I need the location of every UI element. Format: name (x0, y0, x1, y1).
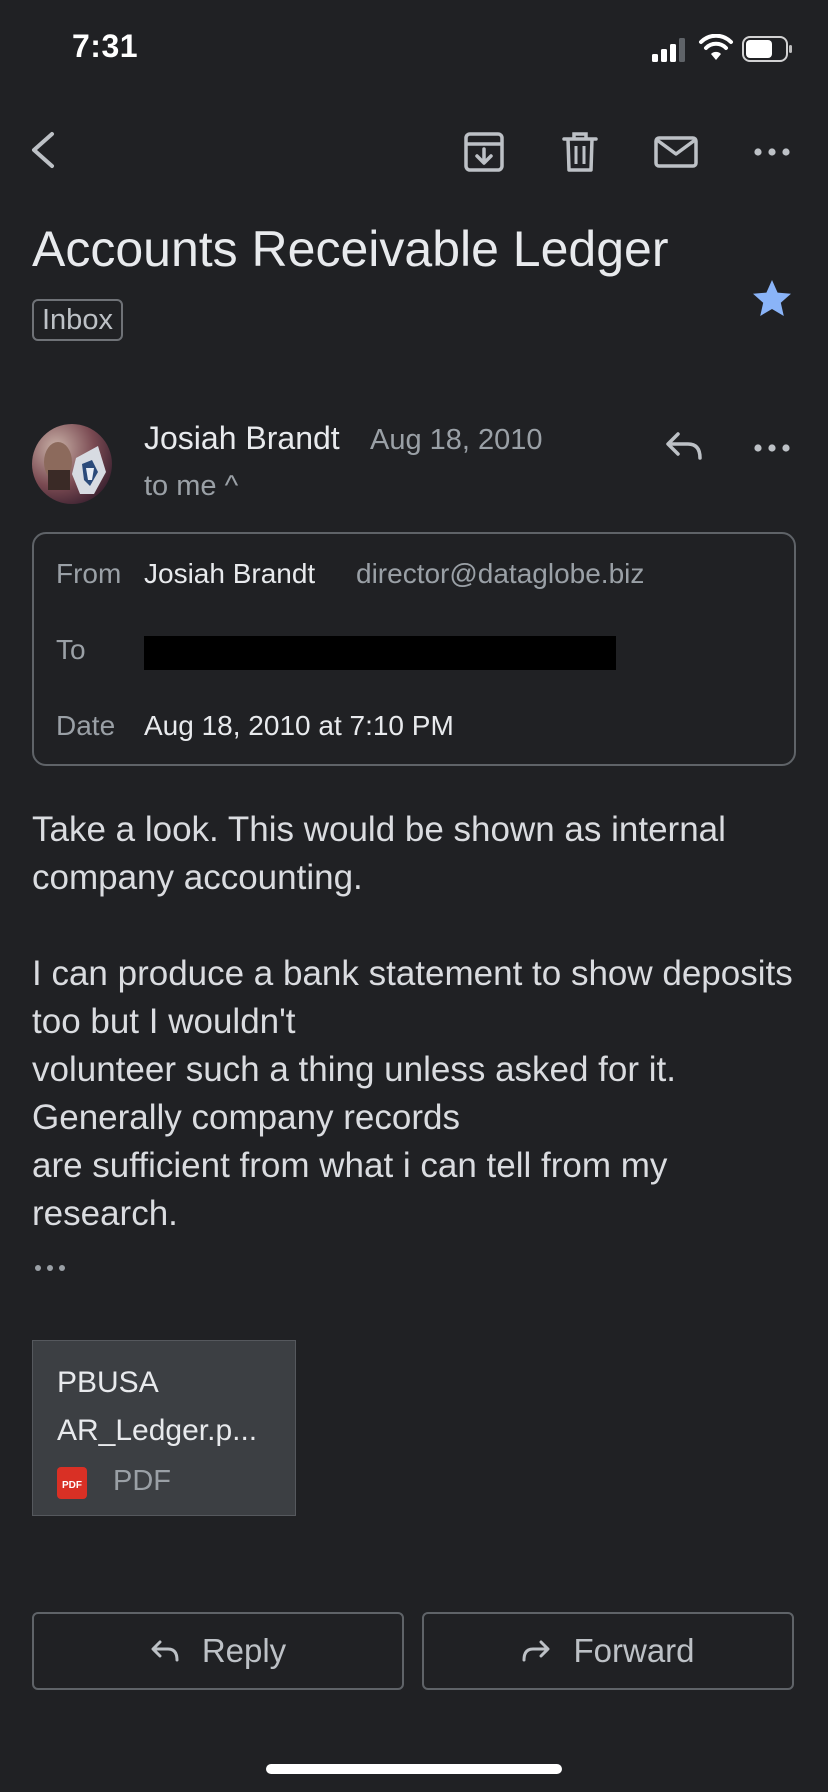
battery-icon (742, 36, 792, 62)
email-subject: Accounts Receivable Ledger (32, 221, 669, 277)
pdf-badge-text: PDF (62, 1480, 82, 1491)
forward-arrow-icon (522, 1640, 550, 1662)
status-time: 7:31 (72, 28, 139, 64)
attachment-card[interactable]: PBUSA AR_Ledger.p... PDF PDF (32, 1340, 296, 1516)
forward-label: Forward (573, 1632, 695, 1669)
attachment-type: PDF (113, 1465, 171, 1497)
sender-name[interactable]: Josiah Brandt (144, 420, 340, 457)
wifi-icon (699, 34, 733, 60)
attachment-filename: PBUSA AR_Ledger.p... (57, 1359, 287, 1455)
recipient-toggle[interactable]: to me ^ (144, 470, 238, 503)
to-label: To (56, 634, 86, 665)
mark-unread-mail-icon[interactable] (652, 128, 700, 176)
date-value: Aug 18, 2010 at 7:10 PM (144, 710, 454, 741)
message-more-icon[interactable] (752, 430, 792, 466)
reply-arrow-icon (151, 1640, 179, 1662)
from-label: From (56, 558, 122, 589)
trash-icon[interactable] (556, 128, 604, 176)
show-trimmed-content-icon[interactable] (34, 1260, 70, 1276)
archive-icon[interactable] (460, 128, 508, 176)
message-body: Take a look. This would be shown as inte… (32, 810, 793, 1233)
reply-icon[interactable] (664, 428, 704, 464)
redacted-recipient (144, 636, 616, 670)
from-name: Josiah Brandt (144, 558, 316, 589)
reply-label: Reply (201, 1632, 287, 1669)
pdf-icon: PDF (57, 1467, 87, 1499)
sender-avatar[interactable] (32, 424, 112, 504)
reply-button[interactable]: Reply (32, 1612, 404, 1690)
attachment-filename-line1: PBUSA (57, 1366, 159, 1399)
date-label: Date (56, 710, 116, 741)
cellular-signal-icon (652, 38, 685, 62)
more-options-icon[interactable] (752, 134, 792, 170)
back-arrow-icon[interactable] (24, 126, 64, 174)
home-indicator[interactable] (266, 1764, 562, 1774)
inbox-label-chip[interactable]: Inbox (32, 299, 123, 341)
from-email[interactable]: director@dataglobe.biz (356, 558, 644, 590)
star-icon[interactable] (750, 278, 794, 320)
sender-date: Aug 18, 2010 (370, 424, 543, 456)
forward-button[interactable]: Forward (422, 1612, 794, 1690)
attachment-filename-line2: AR_Ledger.p... (57, 1414, 258, 1447)
